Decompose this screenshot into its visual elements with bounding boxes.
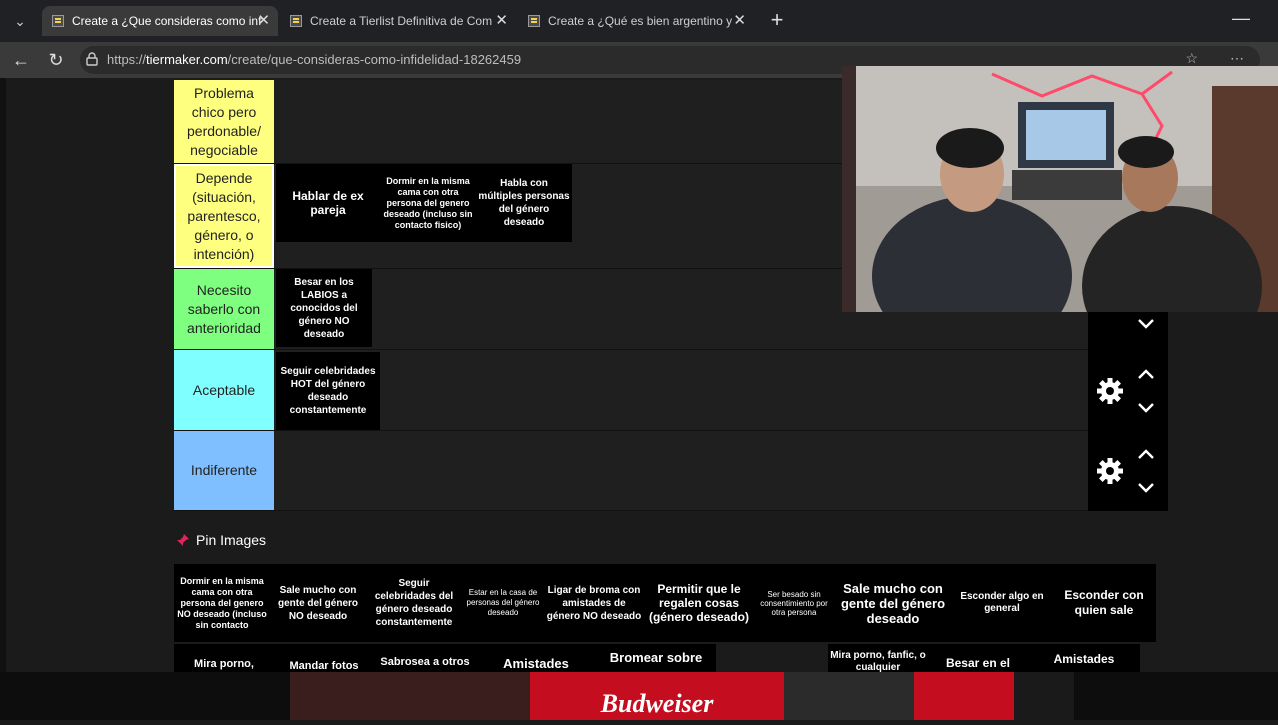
browser-tab[interactable]: Create a ¿Qué es bien argentino y ✕ bbox=[518, 6, 754, 36]
advertisement-banner[interactable]: Budweiser bbox=[0, 672, 1278, 720]
address-bar-icons[interactable]: ☆ ⋯ bbox=[1186, 50, 1258, 67]
pushpin-icon bbox=[177, 534, 189, 546]
tier-item-card[interactable]: Dormir en la misma cama con otra persona… bbox=[380, 164, 476, 242]
tab-label: Create a ¿Que consideras como infi bbox=[72, 14, 262, 28]
lock-icon bbox=[86, 52, 98, 66]
back-icon[interactable]: ← bbox=[10, 50, 32, 70]
minimize-window-icon[interactable]: — bbox=[1232, 8, 1250, 29]
tier-item-card[interactable]: Hablar de ex pareja bbox=[276, 164, 380, 242]
tier-item-card[interactable]: Besar en los LABIOS a conocidos del géne… bbox=[276, 269, 372, 347]
page-edge bbox=[0, 78, 6, 720]
webcam-overlay bbox=[842, 66, 1278, 312]
tiermaker-favicon-icon bbox=[52, 15, 64, 27]
move-down-chevron-icon[interactable] bbox=[1136, 481, 1156, 495]
row-controls bbox=[1088, 431, 1168, 511]
pool-item-card[interactable]: Dormir en la misma cama con otra persona… bbox=[174, 564, 270, 642]
url-text: https://tiermaker.com/create/que-conside… bbox=[107, 42, 521, 78]
pin-images-heading: Pin Images bbox=[176, 532, 266, 548]
browser-tab[interactable]: Create a Tierlist Definitiva de Com ✕ bbox=[280, 6, 516, 36]
tier-label[interactable]: Problema chico pero perdonable/ negociab… bbox=[174, 80, 274, 163]
url-domain: tiermaker.com bbox=[146, 52, 228, 67]
move-up-chevron-icon[interactable] bbox=[1136, 447, 1156, 461]
tier-label[interactable]: Necesito saberlo con anterioridad bbox=[174, 269, 274, 349]
pool-item-card[interactable]: Sale mucho con gente del género NO desea… bbox=[270, 564, 366, 642]
row-controls bbox=[1088, 311, 1168, 351]
pool-item-card[interactable]: Estar en la casa de personas del género … bbox=[462, 564, 544, 642]
move-down-chevron-icon[interactable] bbox=[1136, 401, 1156, 415]
settings-gear-icon[interactable] bbox=[1096, 377, 1124, 405]
close-tab-icon[interactable]: ✕ bbox=[733, 6, 746, 36]
browser-tab-bar: ⌄ Create a ¿Que consideras como infi ✕ C… bbox=[0, 0, 1278, 42]
close-tab-icon[interactable]: ✕ bbox=[495, 6, 508, 36]
settings-gear-icon[interactable] bbox=[1096, 457, 1124, 485]
url-path: /create/que-consideras-como-infidelidad-… bbox=[227, 52, 522, 67]
browser-tab-active[interactable]: Create a ¿Que consideras como infi ✕ bbox=[42, 6, 278, 36]
move-down-chevron-icon[interactable] bbox=[1136, 317, 1156, 331]
new-tab-icon[interactable]: + bbox=[764, 8, 790, 34]
tier-row: Aceptable Seguir celebridades HOT del gé… bbox=[174, 350, 1168, 431]
pin-images-label: Pin Images bbox=[196, 532, 267, 548]
pool-item-card[interactable]: Sale mucho con gente del género deseado bbox=[834, 564, 952, 642]
tab-list-chevron-icon[interactable]: ⌄ bbox=[8, 9, 32, 33]
tiermaker-favicon-icon bbox=[528, 15, 540, 27]
pool-item-card[interactable]: Esconder con quien sale bbox=[1052, 564, 1156, 642]
pool-item-card[interactable]: Seguir celebridades del género deseado c… bbox=[366, 564, 462, 642]
tab-label: Create a ¿Qué es bien argentino y bbox=[548, 14, 733, 28]
tier-item-card[interactable]: Habla con múltiples personas del género … bbox=[476, 164, 572, 242]
tier-label[interactable]: Depende (situación, parentesco, género, … bbox=[174, 164, 274, 268]
pool-item-card[interactable]: Esconder algo en general bbox=[952, 564, 1052, 642]
pool-item-card[interactable]: Ligar de broma con amistades de género N… bbox=[544, 564, 644, 642]
url-prefix: https:// bbox=[107, 52, 147, 67]
pool-item-card[interactable]: Ser besado sin consentimiento por otra p… bbox=[754, 564, 834, 642]
reload-icon[interactable]: ↻ bbox=[45, 50, 67, 70]
tier-item-card[interactable]: Seguir celebridades HOT del género desea… bbox=[276, 352, 380, 430]
ad-brand-logo: Budweiser bbox=[600, 689, 714, 718]
close-tab-icon[interactable]: ✕ bbox=[257, 6, 270, 36]
tab-label: Create a Tierlist Definitiva de Com bbox=[310, 14, 493, 28]
tier-label[interactable]: Aceptable bbox=[174, 350, 274, 430]
pool-item-card[interactable]: Permitir que le regalen cosas (género de… bbox=[644, 564, 754, 642]
tier-label[interactable]: Indiferente bbox=[174, 431, 274, 510]
tier-row: Indiferente bbox=[174, 431, 1168, 511]
move-up-chevron-icon[interactable] bbox=[1136, 367, 1156, 381]
tiermaker-favicon-icon bbox=[290, 15, 302, 27]
webcam-video-frame bbox=[842, 66, 1278, 312]
row-controls bbox=[1088, 351, 1168, 431]
